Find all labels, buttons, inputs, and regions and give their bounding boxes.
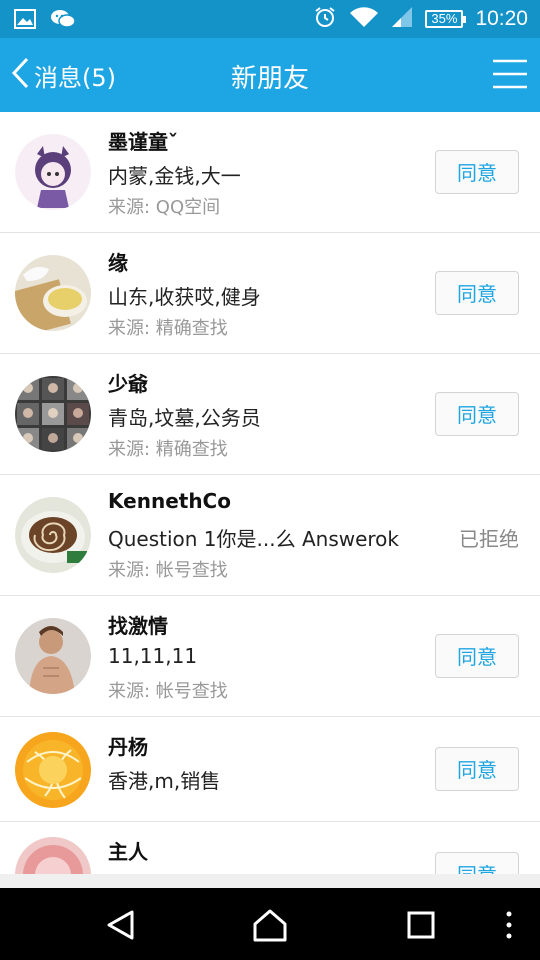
- home-icon: [253, 909, 287, 942]
- wechat-icon: [50, 8, 76, 34]
- friend-name: KennethCo: [108, 489, 231, 513]
- friend-name: 主人: [108, 840, 148, 864]
- request-source: 来源: 帐号查找: [108, 681, 228, 702]
- title-bar: 消息(5) 新朋友: [0, 38, 540, 112]
- nav-home-button[interactable]: [252, 908, 292, 942]
- agree-button[interactable]: 同意: [435, 634, 519, 678]
- battery-icon: 35%: [425, 10, 467, 28]
- status-bar: 35% 10:20: [0, 0, 540, 38]
- avatar: [15, 134, 91, 210]
- friend-request-row[interactable]: 少爺 青岛,坟墓,公务员 来源: 精确查找 同意: [0, 354, 540, 475]
- clock: 10:20: [475, 7, 528, 30]
- friend-request-row[interactable]: 丹杨 香港,m,销售 同意: [0, 717, 540, 822]
- rejected-status: 已拒绝: [459, 527, 519, 551]
- friend-name: 少爺: [108, 372, 148, 396]
- friend-description: 内蒙,金钱,大一: [108, 164, 241, 188]
- agree-button[interactable]: 同意: [435, 392, 519, 436]
- square-recents-icon: [407, 911, 435, 939]
- friend-request-row[interactable]: 找激情 11,11,11 来源: 帐号查找 同意: [0, 596, 540, 717]
- back-button[interactable]: 消息(5): [10, 56, 116, 94]
- agree-button[interactable]: 同意: [435, 271, 519, 315]
- friend-request-row[interactable]: 墨谨童ˇ 内蒙,金钱,大一 来源: QQ空间 同意: [0, 112, 540, 233]
- friend-description: 青岛,坟墓,公务员: [108, 406, 261, 430]
- nav-recents-button[interactable]: [404, 908, 444, 942]
- agree-button[interactable]: 同意: [435, 150, 519, 194]
- hamburger-icon: [493, 59, 527, 89]
- agree-button[interactable]: 同意: [435, 852, 519, 874]
- friend-description: 山东,收获哎,健身: [108, 285, 261, 309]
- signal-icon: [391, 5, 413, 33]
- gallery-icon: [14, 8, 36, 34]
- friend-name: 墨谨童ˇ: [108, 130, 178, 154]
- nav-back-button[interactable]: [104, 908, 144, 942]
- friend-name: 找激情: [108, 614, 168, 638]
- request-source: 来源: 帐号查找: [108, 560, 228, 581]
- avatar: [15, 497, 91, 573]
- friend-request-row[interactable]: 主人 同意: [0, 822, 540, 874]
- request-source: 来源: 精确查找: [108, 318, 228, 339]
- alarm-icon: [313, 5, 337, 33]
- back-label: 消息(5): [34, 63, 116, 92]
- request-source: 来源: 精确查找: [108, 439, 228, 460]
- friend-name: 丹杨: [108, 735, 148, 759]
- avatar: [15, 837, 91, 874]
- avatar: [15, 618, 91, 694]
- navigation-bar: [0, 888, 540, 960]
- nav-overflow-button[interactable]: [494, 908, 524, 942]
- friend-request-row[interactable]: KennethCo Question 1你是...么 Answerok 来源: …: [0, 475, 540, 596]
- avatar: [15, 376, 91, 452]
- chevron-left-icon: [10, 56, 30, 94]
- more-vertical-icon: [506, 911, 512, 939]
- agree-button[interactable]: 同意: [435, 747, 519, 791]
- request-source: 来源: QQ空间: [108, 197, 221, 218]
- avatar: [15, 255, 91, 331]
- friend-description: 香港,m,销售: [108, 769, 221, 793]
- friend-description: 11,11,11: [108, 644, 198, 668]
- menu-button[interactable]: [492, 58, 528, 90]
- friend-request-row[interactable]: 缘 山东,收获哎,健身 来源: 精确查找 同意: [0, 233, 540, 354]
- avatar: [15, 732, 91, 808]
- wifi-icon: [349, 5, 379, 33]
- friend-description: Question 1你是...么 Answerok: [108, 527, 400, 551]
- friend-name: 缘: [108, 251, 128, 275]
- friend-request-list[interactable]: 墨谨童ˇ 内蒙,金钱,大一 来源: QQ空间 同意 缘 山东,收获哎,健身 来源…: [0, 112, 540, 874]
- triangle-back-icon: [107, 910, 134, 940]
